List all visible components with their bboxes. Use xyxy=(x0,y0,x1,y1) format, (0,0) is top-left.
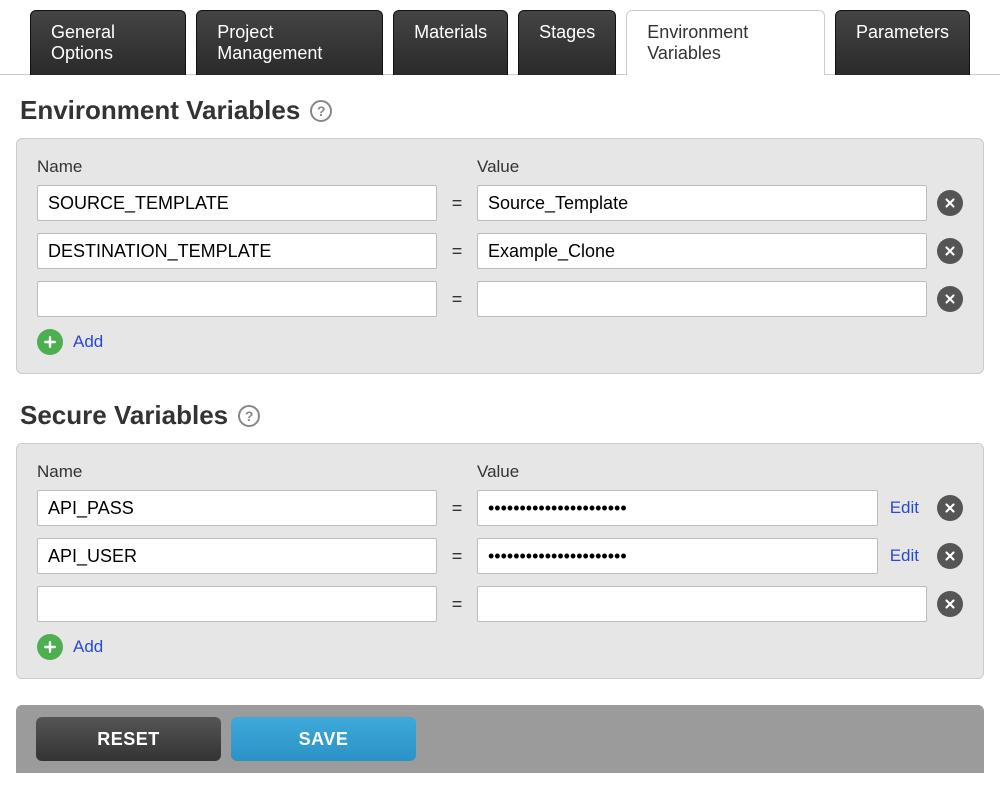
env-var-value-input[interactable] xyxy=(477,281,927,317)
secure-var-value-input[interactable] xyxy=(477,586,927,622)
section-env-vars-title-text: Environment Variables xyxy=(20,95,300,126)
equals-sign: = xyxy=(437,594,477,615)
equals-sign: = xyxy=(437,546,477,567)
close-icon xyxy=(943,549,957,563)
section-secure-vars-title-text: Secure Variables xyxy=(20,400,228,431)
tab-environment-variables[interactable]: Environment Variables xyxy=(626,10,825,75)
close-icon xyxy=(943,501,957,515)
env-var-row: = xyxy=(37,233,963,269)
help-icon[interactable]: ? xyxy=(238,405,260,427)
secure-vars-panel: Name Value = Edit = Edit = xyxy=(16,443,984,679)
plus-icon xyxy=(37,329,63,355)
secure-var-name-input[interactable] xyxy=(37,538,437,574)
delete-row-button[interactable] xyxy=(937,543,963,569)
content-area: Environment Variables ? Name Value = = xyxy=(0,75,1000,679)
tabs-bar: General Options Project Management Mater… xyxy=(0,10,1000,75)
column-label-name: Name xyxy=(37,157,437,177)
column-label-value: Value xyxy=(477,462,963,482)
equals-sign: = xyxy=(437,498,477,519)
secure-vars-header-row: Name Value xyxy=(37,462,963,482)
equals-sign: = xyxy=(437,289,477,310)
secure-var-row: = Edit xyxy=(37,538,963,574)
env-var-row: = xyxy=(37,185,963,221)
close-icon xyxy=(943,597,957,611)
add-env-var-button[interactable]: Add xyxy=(37,329,963,355)
env-var-name-input[interactable] xyxy=(37,281,437,317)
plus-icon xyxy=(37,634,63,660)
section-secure-vars-title: Secure Variables ? xyxy=(20,400,984,431)
add-secure-var-button[interactable]: Add xyxy=(37,634,963,660)
add-env-var-label: Add xyxy=(73,332,103,352)
tab-stages[interactable]: Stages xyxy=(518,10,616,75)
footer-bar: RESET SAVE xyxy=(16,705,984,773)
env-var-value-input[interactable] xyxy=(477,185,927,221)
env-var-name-input[interactable] xyxy=(37,185,437,221)
env-var-row: = xyxy=(37,281,963,317)
env-var-value-input[interactable] xyxy=(477,233,927,269)
close-icon xyxy=(943,244,957,258)
close-icon xyxy=(943,292,957,306)
tab-parameters[interactable]: Parameters xyxy=(835,10,970,75)
reset-button[interactable]: RESET xyxy=(36,717,221,761)
tab-general-options[interactable]: General Options xyxy=(30,10,186,75)
tab-materials[interactable]: Materials xyxy=(393,10,508,75)
env-var-name-input[interactable] xyxy=(37,233,437,269)
section-env-vars-title: Environment Variables ? xyxy=(20,95,984,126)
equals-sign: = xyxy=(437,241,477,262)
column-label-value: Value xyxy=(477,157,963,177)
delete-row-button[interactable] xyxy=(937,591,963,617)
tab-project-management[interactable]: Project Management xyxy=(196,10,383,75)
delete-row-button[interactable] xyxy=(937,190,963,216)
secure-var-row: = Edit xyxy=(37,490,963,526)
secure-var-row: = xyxy=(37,586,963,622)
close-icon xyxy=(943,196,957,210)
secure-var-value-input[interactable] xyxy=(477,490,878,526)
secure-var-name-input[interactable] xyxy=(37,586,437,622)
secure-var-value-input[interactable] xyxy=(477,538,878,574)
help-icon[interactable]: ? xyxy=(310,100,332,122)
equals-sign: = xyxy=(437,193,477,214)
secure-var-name-input[interactable] xyxy=(37,490,437,526)
delete-row-button[interactable] xyxy=(937,495,963,521)
add-secure-var-label: Add xyxy=(73,637,103,657)
edit-link[interactable]: Edit xyxy=(890,498,919,518)
column-label-name: Name xyxy=(37,462,437,482)
delete-row-button[interactable] xyxy=(937,238,963,264)
save-button[interactable]: SAVE xyxy=(231,717,416,761)
env-vars-header-row: Name Value xyxy=(37,157,963,177)
delete-row-button[interactable] xyxy=(937,286,963,312)
env-vars-panel: Name Value = = = xyxy=(16,138,984,374)
edit-link[interactable]: Edit xyxy=(890,546,919,566)
